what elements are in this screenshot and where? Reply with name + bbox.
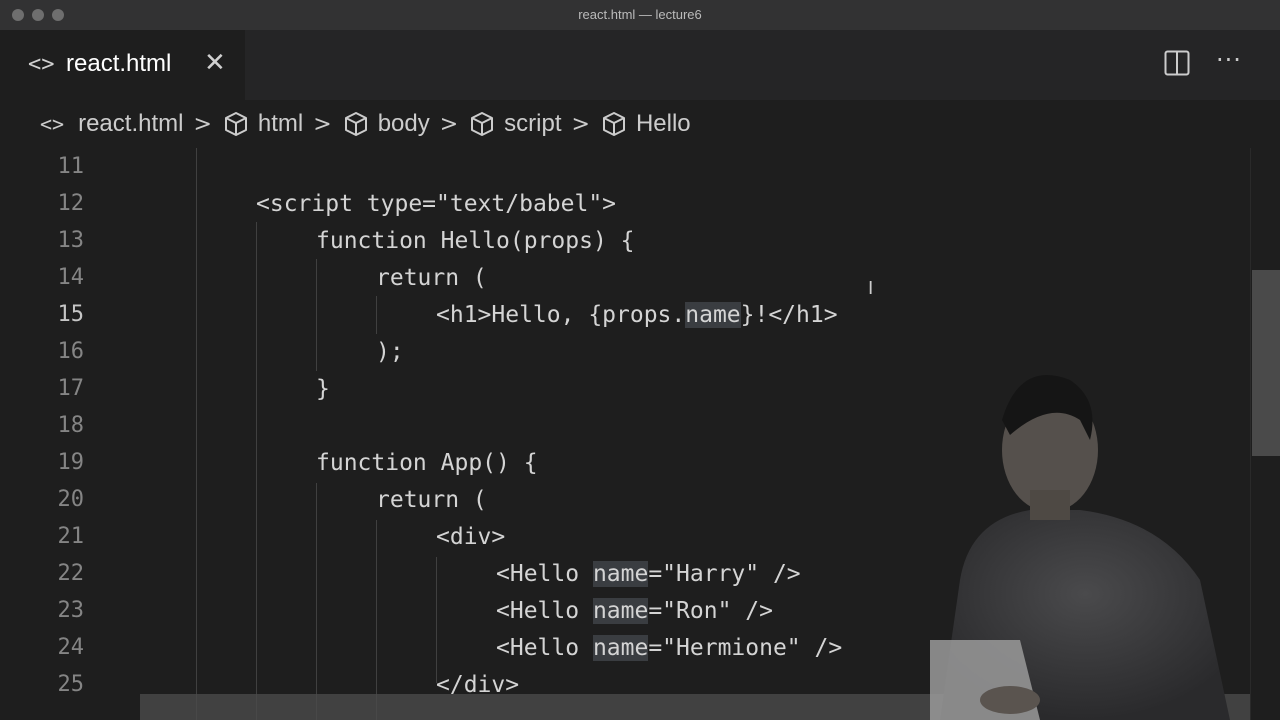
line-number: 17 <box>57 376 85 401</box>
line-number: 22 <box>57 561 85 586</box>
code-text: return ( <box>376 487 487 513</box>
line-number: 14 <box>57 265 85 290</box>
code-line: 11 <box>0 148 1250 185</box>
breadcrumb-label: html <box>257 110 304 137</box>
code-text: <Hello name="Hermione" /> <box>496 635 842 661</box>
code-brackets-icon: <> <box>40 112 65 136</box>
window-title: react.html — lecture6 <box>578 7 702 22</box>
code-text: function Hello(props) { <box>316 228 635 254</box>
code-text: ); <box>376 339 404 365</box>
breadcrumb-label: Hello <box>635 110 691 137</box>
close-tab-icon[interactable]: ✕ <box>204 48 226 78</box>
breadcrumb-label: script <box>504 110 562 137</box>
code-text: function App() { <box>316 450 538 476</box>
code-text: } <box>316 376 330 402</box>
highlighted-token: name <box>685 302 741 328</box>
tab-bar: <> react.html ✕ <box>0 30 1280 100</box>
code-text: return ( <box>376 265 487 291</box>
line-number: 25 <box>57 672 85 697</box>
breadcrumb-item-body[interactable]: body <box>342 110 430 138</box>
code-brackets-icon: <> <box>28 52 55 77</box>
line-number: 23 <box>57 598 85 623</box>
code-fragment: <Hello <box>496 635 593 661</box>
line-number: 18 <box>57 413 85 438</box>
line-number: 21 <box>57 524 85 549</box>
code-fragment: }!</h1> <box>740 302 838 328</box>
code-line: 12 <script type="text/babel"> <box>0 185 1250 222</box>
code-text: <script type="text/babel"> <box>256 191 617 217</box>
line-number: 15 <box>57 302 85 327</box>
chevron-right-icon: > <box>313 111 332 137</box>
breadcrumb: <> react.html > html > body > script > H… <box>0 100 1280 148</box>
cube-icon <box>344 112 367 136</box>
breadcrumb-item-hello[interactable]: Hello <box>600 110 691 138</box>
presenter-video-overlay <box>930 375 1230 720</box>
text-cursor-icon: I <box>868 278 874 299</box>
line-number: 16 <box>57 339 85 364</box>
code-line: 13 function Hello(props) { <box>0 222 1250 259</box>
line-number: 13 <box>57 228 85 253</box>
line-number: 19 <box>57 450 85 475</box>
highlighted-token: name <box>592 561 649 587</box>
code-fragment: <Hello <box>496 561 593 587</box>
vertical-scrollbar-thumb[interactable] <box>1252 270 1280 456</box>
chevron-right-icon: > <box>571 111 590 137</box>
more-actions-icon[interactable]: ··· <box>1216 46 1242 74</box>
code-text: <Hello name="Harry" /> <box>496 561 801 587</box>
cube-icon <box>602 112 625 136</box>
highlighted-token: name <box>592 635 649 661</box>
tab-label: react.html <box>66 50 172 77</box>
chevron-right-icon: > <box>439 111 459 137</box>
code-fragment: ="Harry" /> <box>648 561 801 587</box>
split-editor-icon[interactable] <box>1164 50 1190 76</box>
cube-icon <box>471 112 494 136</box>
breadcrumb-label: react.html <box>78 110 184 137</box>
highlighted-token: name <box>592 598 649 624</box>
line-number: 24 <box>57 635 85 660</box>
line-number: 20 <box>57 487 85 512</box>
code-text: <div> <box>436 524 506 550</box>
line-number: 11 <box>57 154 85 179</box>
title-bar: react.html — lecture6 <box>0 0 1280 30</box>
cube-icon <box>224 112 247 136</box>
code-fragment: ="Hermione" /> <box>648 635 843 661</box>
breadcrumb-item-file[interactable]: <> react.html <box>40 110 183 138</box>
code-text: <h1>Hello, {props.name}!</h1> <box>436 302 838 328</box>
code-fragment: <h1>Hello, {props. <box>436 302 686 328</box>
code-fragment: <Hello <box>496 598 593 624</box>
breadcrumb-label: body <box>377 110 430 137</box>
line-number: 12 <box>57 191 85 216</box>
code-fragment: ="Ron" /> <box>648 598 773 624</box>
tab-react-html[interactable]: <> react.html ✕ <box>0 30 245 100</box>
chevron-right-icon: > <box>193 111 212 137</box>
code-line-active: 15 <h1>Hello, {props.name}!</h1> <box>0 296 1250 333</box>
code-line: 14 return ( <box>0 259 1250 296</box>
code-text: <Hello name="Ron" /> <box>496 598 773 624</box>
breadcrumb-item-script[interactable]: script <box>468 110 562 138</box>
editor-window: react.html — lecture6 <> react.html ✕ ··… <box>0 0 1280 720</box>
breadcrumb-item-html[interactable]: html <box>222 110 303 138</box>
